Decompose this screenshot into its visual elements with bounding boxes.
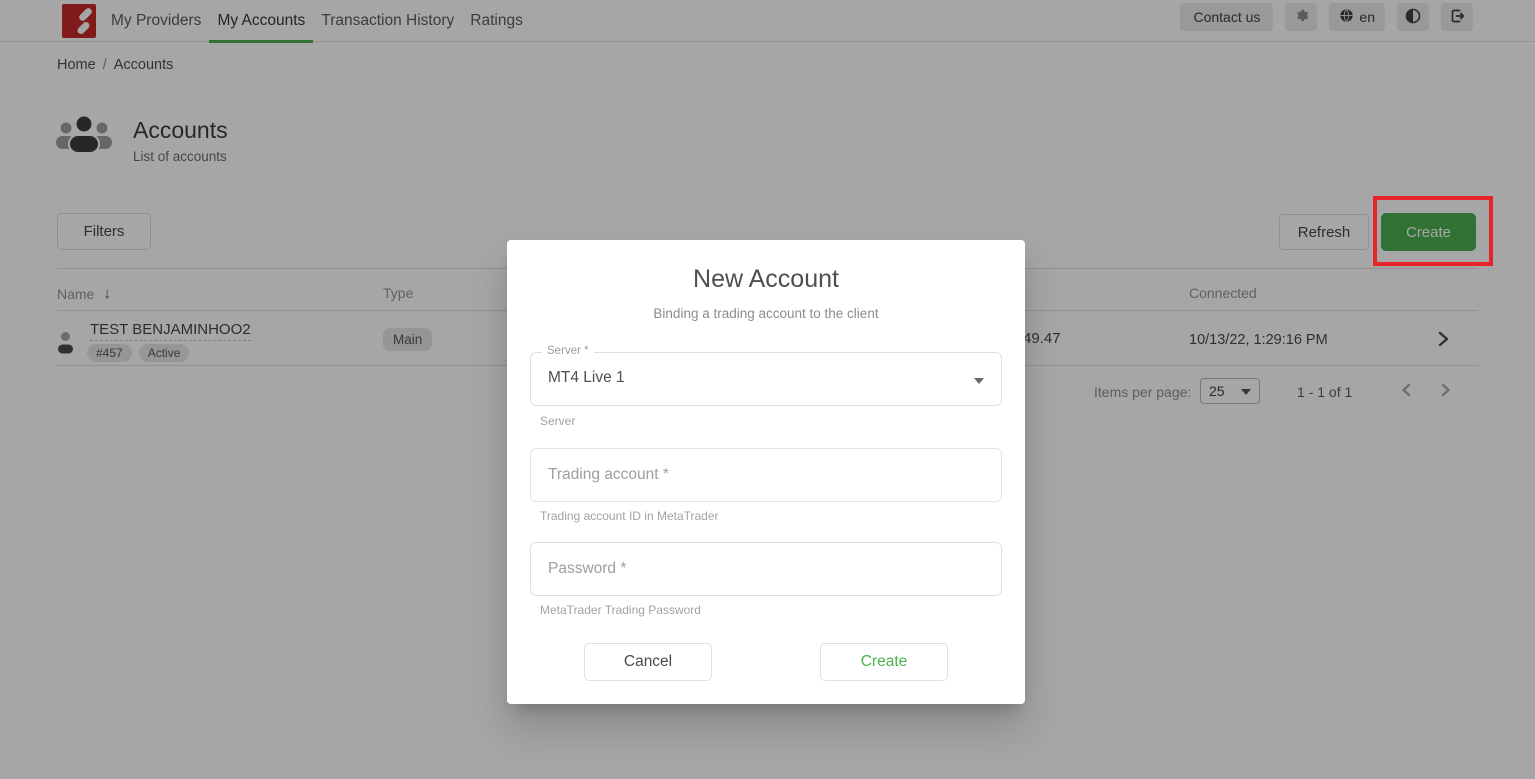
trading-account-input[interactable] [531, 449, 1001, 501]
server-select-value: MT4 Live 1 [548, 369, 625, 387]
server-select-label: Server * [542, 345, 594, 357]
app-window: My Providers My Accounts Transaction His… [0, 0, 1535, 779]
trading-account-field-wrap [530, 448, 1002, 502]
new-account-modal: New Account Binding a trading account to… [507, 240, 1025, 704]
server-select[interactable]: Server * MT4 Live 1 [530, 352, 1002, 406]
trading-account-helper-text: Trading account ID in MetaTrader [540, 509, 719, 523]
password-field-wrap [530, 542, 1002, 596]
modal-cancel-button[interactable]: Cancel [584, 643, 712, 681]
chevron-down-icon [974, 378, 984, 384]
password-input[interactable] [531, 543, 1001, 595]
modal-title: New Account [507, 265, 1025, 294]
password-helper-text: MetaTrader Trading Password [540, 603, 701, 617]
modal-create-button[interactable]: Create [820, 643, 948, 681]
modal-subtitle: Binding a trading account to the client [507, 306, 1025, 321]
server-helper-text: Server [540, 414, 575, 428]
